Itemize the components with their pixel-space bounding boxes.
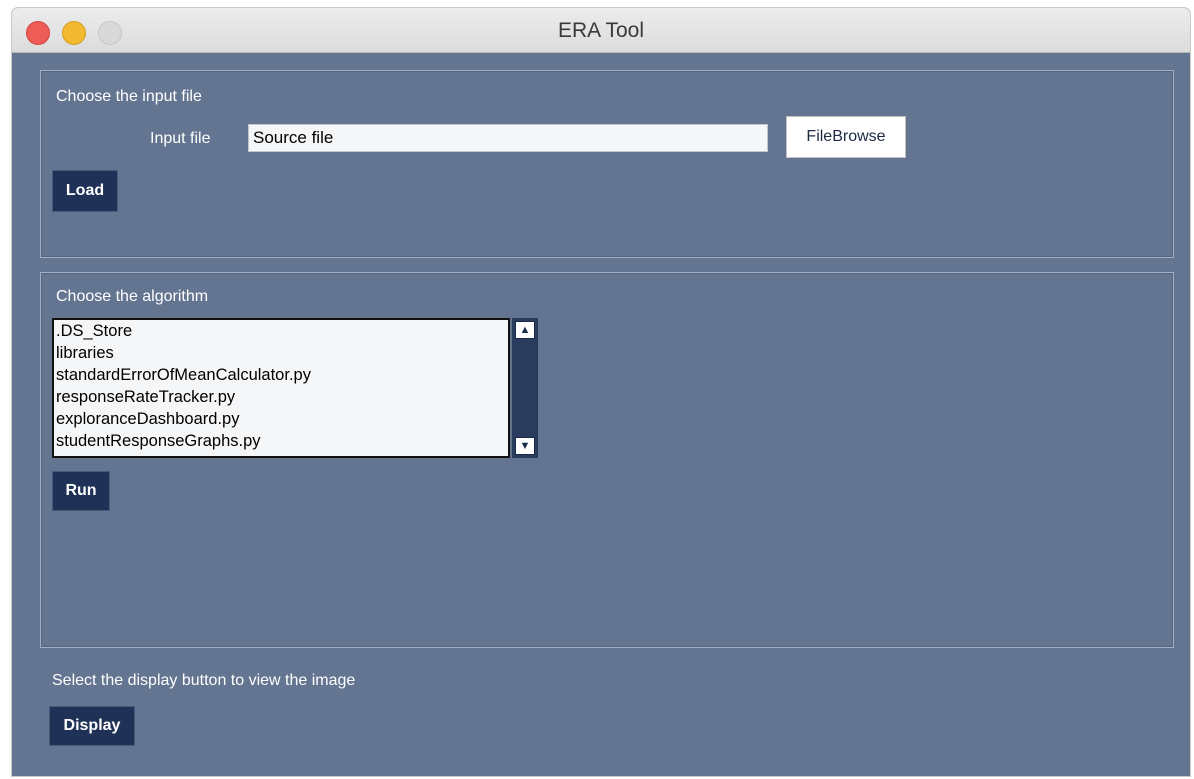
input-file-frame xyxy=(40,70,1174,258)
list-item[interactable]: .DS_Store xyxy=(54,320,508,342)
file-browse-button[interactable]: FileBrowse xyxy=(786,116,906,158)
list-item[interactable]: standardErrorOfMeanCalculator.py xyxy=(54,364,508,386)
title-bar: ERA Tool xyxy=(12,8,1190,53)
load-button[interactable]: Load xyxy=(52,170,118,212)
era-tool-window: ERA Tool Choose the input file Input fil… xyxy=(12,8,1190,776)
input-file-label: Input file xyxy=(150,130,211,147)
run-button[interactable]: Run xyxy=(52,471,110,511)
display-button[interactable]: Display xyxy=(49,706,135,746)
input-file-field[interactable]: Source file xyxy=(248,124,768,152)
display-instruction: Select the display button to view the im… xyxy=(52,672,356,689)
arrow-up-icon[interactable]: ▲ xyxy=(515,321,535,339)
algorithm-listbox[interactable]: .DS_Store libraries standardErrorOfMeanC… xyxy=(52,318,510,458)
algorithm-section-heading: Choose the algorithm xyxy=(56,288,209,305)
listbox-scrollbar[interactable]: ▲ ▼ xyxy=(512,318,538,458)
list-item[interactable]: studentResponseGraphs.py xyxy=(54,430,508,452)
list-item[interactable]: exploranceDashboard.py xyxy=(54,408,508,430)
list-item[interactable]: libraries xyxy=(54,342,508,364)
list-item[interactable]: responseRateTracker.py xyxy=(54,386,508,408)
window-title: ERA Tool xyxy=(558,19,644,42)
arrow-down-icon[interactable]: ▼ xyxy=(515,437,535,455)
input-section-heading: Choose the input file xyxy=(56,88,202,105)
